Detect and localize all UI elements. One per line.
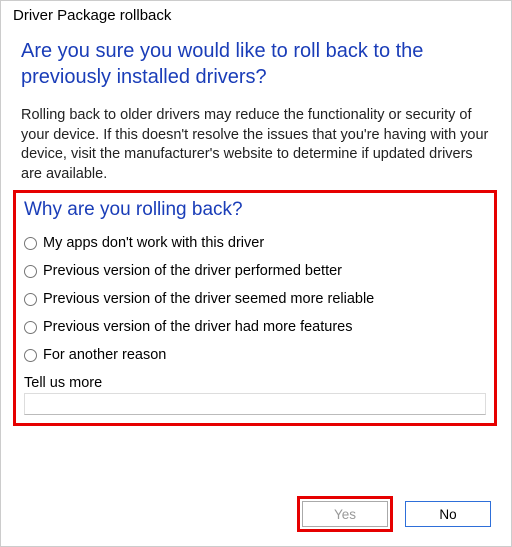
radio-label: Previous version of the driver performed…	[43, 263, 342, 279]
body-text: Rolling back to older drivers may reduce…	[21, 106, 491, 184]
radio-option-performed-better[interactable]: Previous version of the driver performed…	[24, 263, 486, 279]
radio-option-apps-dont-work[interactable]: My apps don't work with this driver	[24, 235, 486, 251]
survey-heading: Why are you rolling back?	[24, 199, 486, 221]
radio-input[interactable]	[24, 293, 37, 306]
radio-label: Previous version of the driver seemed mo…	[43, 291, 374, 307]
button-row: Yes No	[297, 496, 491, 532]
radio-label: For another reason	[43, 347, 166, 363]
yes-button-highlight: Yes	[297, 496, 393, 532]
no-button[interactable]: No	[405, 501, 491, 527]
radio-option-more-features[interactable]: Previous version of the driver had more …	[24, 319, 486, 335]
window-title: Driver Package rollback	[1, 1, 511, 26]
dialog-window: Driver Package rollback Are you sure you…	[0, 0, 512, 547]
yes-button[interactable]: Yes	[302, 501, 388, 527]
radio-input[interactable]	[24, 349, 37, 362]
radio-input[interactable]	[24, 237, 37, 250]
radio-input[interactable]	[24, 321, 37, 334]
radio-option-more-reliable[interactable]: Previous version of the driver seemed mo…	[24, 291, 486, 307]
dialog-content: Are you sure you would like to roll back…	[1, 26, 511, 426]
radio-label: Previous version of the driver had more …	[43, 319, 352, 335]
headline-text: Are you sure you would like to roll back…	[21, 38, 491, 90]
radio-label: My apps don't work with this driver	[43, 235, 264, 251]
tell-us-more-label: Tell us more	[24, 375, 486, 391]
radio-option-another-reason[interactable]: For another reason	[24, 347, 486, 363]
tell-us-more-input[interactable]	[24, 393, 486, 415]
radio-input[interactable]	[24, 265, 37, 278]
survey-highlight-box: Why are you rolling back? My apps don't …	[13, 190, 497, 426]
